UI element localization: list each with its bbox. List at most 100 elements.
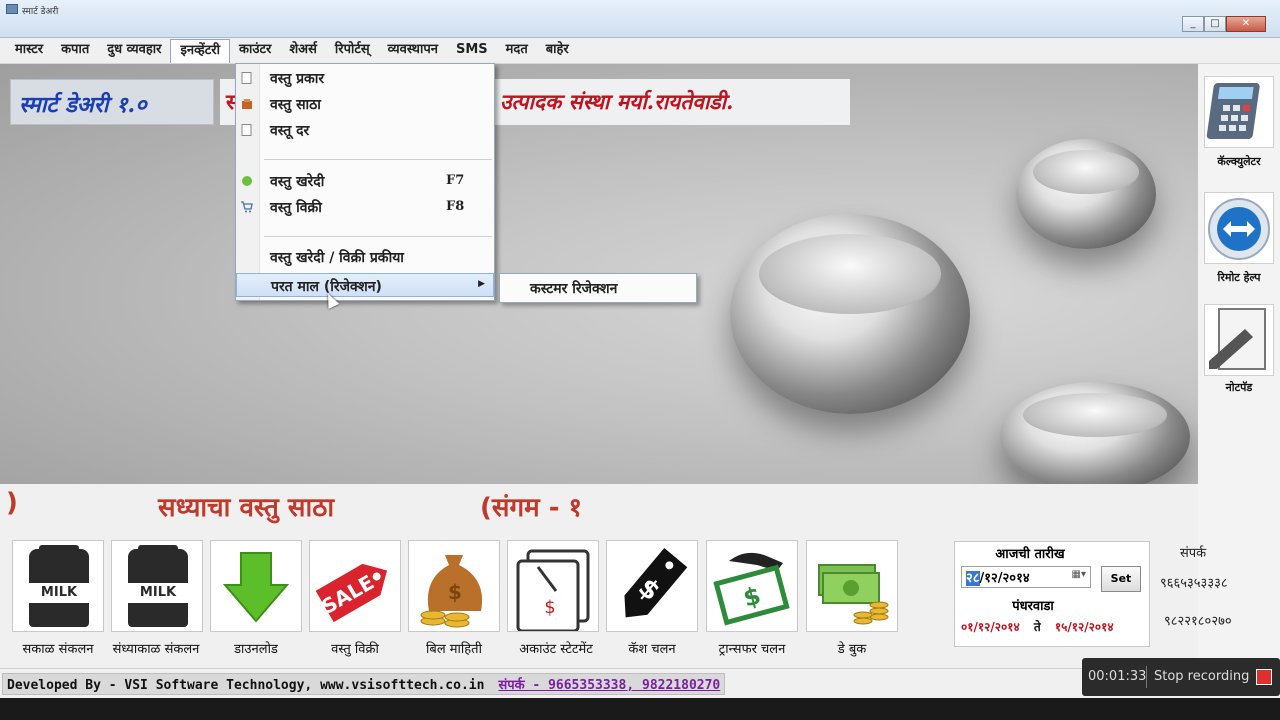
menu-item-item-purchase[interactable]: वस्तु खरेदी F7 [236,169,494,193]
screen-recorder-overlay: 00:01:33 Stop recording [1082,658,1280,696]
money-transfer-icon: $ [713,552,790,626]
menu-milk-transactions[interactable]: दुध व्यवहार [98,38,170,63]
taskbar-edge [0,698,1280,720]
menu-bar: मास्टर कपात दुध व्यवहार इनव्हेंटरी काउंट… [0,38,1280,64]
document-icon [241,124,252,136]
menu-kapat[interactable]: कपात [52,38,98,63]
menu-shares[interactable]: शेअर्स [280,38,326,63]
fortnight-range: ०१/१२/२०१४ ते १५/१२/२०१४ [961,618,1114,635]
menu-counter[interactable]: काउंटर [230,38,280,63]
tile-label: ट्रान्सफर चलन [718,642,786,657]
menu-exit[interactable]: बाहेर [537,38,578,63]
menu-separator [264,159,492,160]
tile-label: संध्याकाळ संकलन [112,642,200,657]
tile-label: वस्तु विक्री [331,642,379,657]
menu-separator [264,236,492,237]
menu-item-item-stock[interactable]: वस्तु साठा [236,92,494,116]
inventory-dropdown: वस्तु प्रकार वस्तु साठा वस्तू दर वस्तु ख… [235,63,495,301]
recorder-divider [1146,666,1147,688]
menu-sms[interactable]: SMS [447,38,497,63]
tile-label: डाउनलोड [234,642,278,657]
menu-item-item-sale[interactable]: वस्तु विक्री F8 [236,195,494,219]
item-sale-button[interactable]: SALE [309,540,401,632]
app-brand: स्मार्ट डेअरी १.० [19,92,147,118]
notepad-label: नोटपॅड [1225,381,1253,394]
date-picker[interactable]: २८/१२/२०१४ ▦▾ [961,566,1091,588]
morning-collection-button[interactable]: MILK [12,540,104,632]
calculator-icon [1206,83,1260,139]
teamviewer-icon [1208,198,1270,260]
menu-item-item-rate[interactable]: वस्तू दर [236,118,494,142]
bill-info-button[interactable]: $ [408,540,500,632]
stock-title: सध्याचा वस्तु साठा [158,493,335,523]
notepad-button[interactable] [1204,304,1274,376]
menu-item-label: वस्तु प्रकार [270,71,325,87]
return-goods-submenu: कस्टमर रिजेक्शन [499,273,697,303]
range-to-word: ते [1033,620,1041,634]
menu-reports[interactable]: रिपोर्टस् [326,38,379,63]
submenu-arrow-icon: ▶ [478,279,485,289]
evening-collection-button[interactable]: MILK [111,540,203,632]
app-icon [6,4,18,14]
svg-text:$: $ [448,580,462,604]
menu-management[interactable]: व्यवस्थापन [379,38,447,63]
brand-banner: स्मार्ट डेअरी १.० [10,79,214,125]
cart-icon [241,201,253,213]
close-button[interactable]: ✕ [1226,16,1266,32]
shortcut-label: F8 [446,199,465,214]
society-name: उत्पादक संस्था मर्या.रायतेवाडी. [500,89,734,114]
document-icon [241,72,252,84]
notepad-icon [1209,308,1266,370]
contact-phone-1: ९६६५३५३३३८ [1160,576,1228,591]
download-button[interactable] [210,540,302,632]
date-panel: आजची तारीख २८/१२/२०१४ ▦▾ Set पंधरवाडा ०१… [954,541,1150,647]
developer-credit: Developed By - VSI Software Technology, … [2,673,726,695]
remote-help-button[interactable] [1204,192,1274,264]
cash-coins-icon [818,564,889,625]
recording-timer: 00:01:33 [1088,669,1147,684]
menu-inventory[interactable]: इनव्हेंटरी [170,39,230,63]
contact-label: संपर्क [1180,546,1207,561]
window-title: स्मार्ट डेअरी [22,7,59,17]
developer-text: Developed By - VSI Software Technology, … [7,678,485,693]
calculator-button[interactable] [1204,76,1274,148]
milk-can-icon: MILK [128,545,188,627]
milk-text: MILK [29,583,89,603]
metal-bowl-top [1016,139,1156,249]
sale-tag-icon: SALE [315,563,388,623]
menu-item-purchase-sale-process[interactable]: वस्तु खरेदी / विक्री प्रकीया [236,245,494,269]
minimize-button[interactable]: _ [1182,16,1204,32]
dollar-tag-icon: $ [624,548,688,618]
menu-item-return-goods[interactable]: परत माल (रिजेक्शन) ▶ [236,273,494,297]
transfer-challan-button[interactable]: $ [706,540,798,632]
shortcut-label: F7 [446,173,465,188]
tile-label: डे बुक [837,642,867,657]
fortnight-label: पंधरवाडा [1012,599,1054,614]
statement-icon: $ [516,549,590,633]
cash-challan-button[interactable]: $ [606,540,698,632]
metal-bowl-large [730,214,970,414]
stock-paren: ) [6,488,18,518]
stop-square-icon[interactable] [1256,669,1272,685]
maximize-button[interactable]: □ [1204,16,1226,32]
menu-item-customer-rejection[interactable]: कस्टमर रिजेक्शन [530,279,617,298]
day-book-button[interactable] [806,540,898,632]
menu-item-item-type[interactable]: वस्तु प्रकार [236,66,494,90]
date-selected-part: २८ [966,571,980,586]
green-dot-icon [242,176,252,186]
menu-help[interactable]: मदत [497,38,537,63]
range-to: १५/१२/२०१४ [1054,620,1114,634]
account-statement-button[interactable]: $ [507,540,599,633]
calendar-dropdown-icon[interactable]: ▦▾ [1072,569,1086,580]
contact-phones-link[interactable]: संपर्क - 9665353338, 9822180270 [498,678,720,693]
range-from: ०१/१२/२०१४ [961,620,1020,634]
milk-can-icon: MILK [29,545,89,627]
set-date-button[interactable]: Set [1101,566,1141,592]
money-bag-icon: $ [420,555,483,628]
title-bar: स्मार्ट डेअरी _ □ ✕ [0,0,1280,38]
tile-label: कॅश चलन [628,642,676,657]
stop-recording-button[interactable]: Stop recording [1154,669,1249,684]
menu-master[interactable]: मास्टर [6,38,52,63]
stock-strip: ) सध्याचा वस्तु साठा (संगम - १ [0,484,1198,534]
date-rest: /१२/२०१४ [979,571,1030,586]
